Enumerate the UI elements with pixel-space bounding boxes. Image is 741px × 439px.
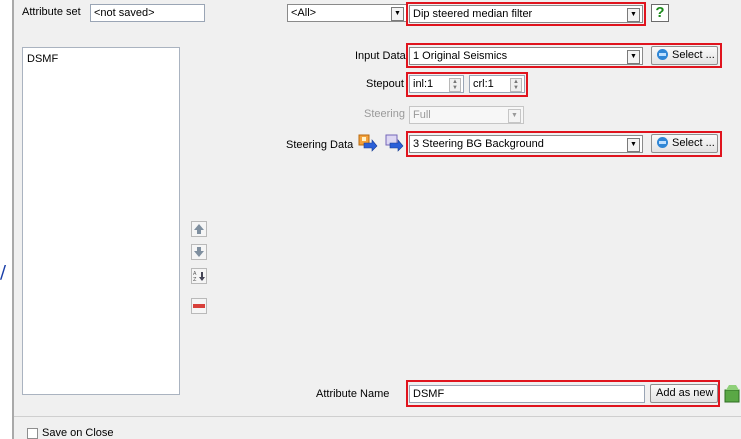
help-icon: ? [655,4,665,21]
steering-type-dropdown: Full ▼ [409,106,524,124]
steering-data-label: Steering Data [286,139,354,151]
category-dropdown[interactable]: <All> ▼ [287,4,407,22]
steering-label: Steering [364,108,405,120]
select-label: Select ... [672,137,715,149]
spin-arrows-icon[interactable]: ▲ ▼ [449,78,461,92]
input-data-select-button[interactable]: Select ... [651,46,718,65]
chevron-down-icon: ▼ [627,8,640,22]
chevron-down-icon: ▼ [391,7,404,21]
input-data-label: Input Data [355,50,406,62]
arrow-down-icon [194,247,204,257]
help-button[interactable]: ? [651,4,669,22]
save-on-close-label: Save on Close [42,427,114,439]
minus-icon [193,304,205,308]
spin-arrows-icon[interactable]: ▲ ▼ [510,78,522,92]
category-dropdown-value: <All> [291,7,317,19]
select-label: Select ... [672,49,715,61]
steering-data-dropdown[interactable]: 3 Steering BG Background ▼ [409,135,643,153]
attribute-method-dropdown[interactable]: Dip steered median filter ▼ [409,5,643,23]
svg-text:Z: Z [193,277,197,283]
attribute-method-value: Dip steered median filter [413,8,533,20]
chevron-down-icon: ▼ [627,138,640,152]
left-edge-mark: / [0,262,7,283]
attribute-list[interactable]: DSMF [22,47,180,395]
chevron-down-icon: ▼ [508,109,521,123]
divider [14,416,741,417]
steering-type-value: Full [413,109,431,121]
move-up-button[interactable] [191,221,207,237]
stepout-label: Stepout [366,78,404,90]
steering-data-select-button[interactable]: Select ... [651,134,718,153]
globe-icon [657,49,668,60]
stepout-crossline-spinbox[interactable]: crl:1 ▲ ▼ [469,75,525,93]
attribute-name-label: Attribute Name [316,388,390,400]
arrow-up-icon [194,224,204,234]
stepout-crossline-value: crl:1 [473,78,494,90]
sort-button[interactable]: A Z [191,268,207,284]
save-on-close-checkbox[interactable] [27,428,38,439]
remove-button[interactable] [191,298,207,314]
add-as-new-button[interactable]: Add as new [650,384,718,403]
list-item[interactable]: DSMF [23,48,179,70]
sort-az-icon: A Z [193,271,205,283]
steering-import-icon[interactable] [384,134,404,152]
stepout-inline-value: inl:1 [413,78,434,90]
stepout-inline-spinbox[interactable]: inl:1 ▲ ▼ [409,75,464,93]
input-data-dropdown[interactable]: 1 Original Seismics ▼ [409,47,643,65]
input-data-value: 1 Original Seismics [413,50,508,62]
globe-icon [657,137,668,148]
attribute-name-field[interactable]: DSMF [409,385,645,403]
attribute-set-name-field[interactable]: <not saved> [90,4,205,22]
chevron-down-icon: ▼ [627,50,640,64]
update-icon[interactable] [724,384,741,403]
move-down-button[interactable] [191,244,207,260]
attribute-set-label: Attribute set [22,6,81,18]
steering-data-value: 3 Steering BG Background [413,138,544,150]
steering-create-icon[interactable] [358,134,378,152]
